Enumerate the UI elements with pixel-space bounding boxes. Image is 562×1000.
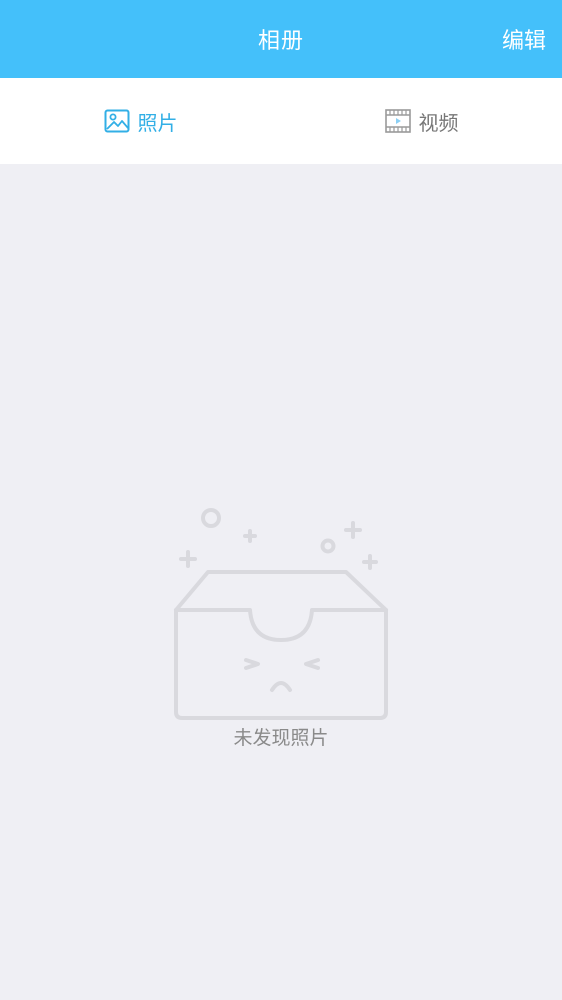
top-navigation-bar: 相册 编辑 (0, 0, 562, 78)
page-title: 相册 (257, 29, 304, 54)
tab-videos[interactable]: 视频 (281, 78, 562, 164)
tab-videos-label: 视频 (418, 110, 459, 135)
photo-content-area: 未发现照片 (0, 164, 562, 1000)
empty-state-message: 未发现照片 (233, 727, 329, 749)
tab-photos-label: 照片 (137, 110, 178, 135)
image-icon (104, 109, 130, 133)
tab-photos[interactable]: 照片 (0, 78, 281, 164)
film-icon (384, 109, 411, 133)
empty-box-icon (170, 506, 392, 722)
media-tab-bar: 照片 视频 (0, 78, 562, 164)
edit-button[interactable]: 编辑 (502, 0, 546, 84)
